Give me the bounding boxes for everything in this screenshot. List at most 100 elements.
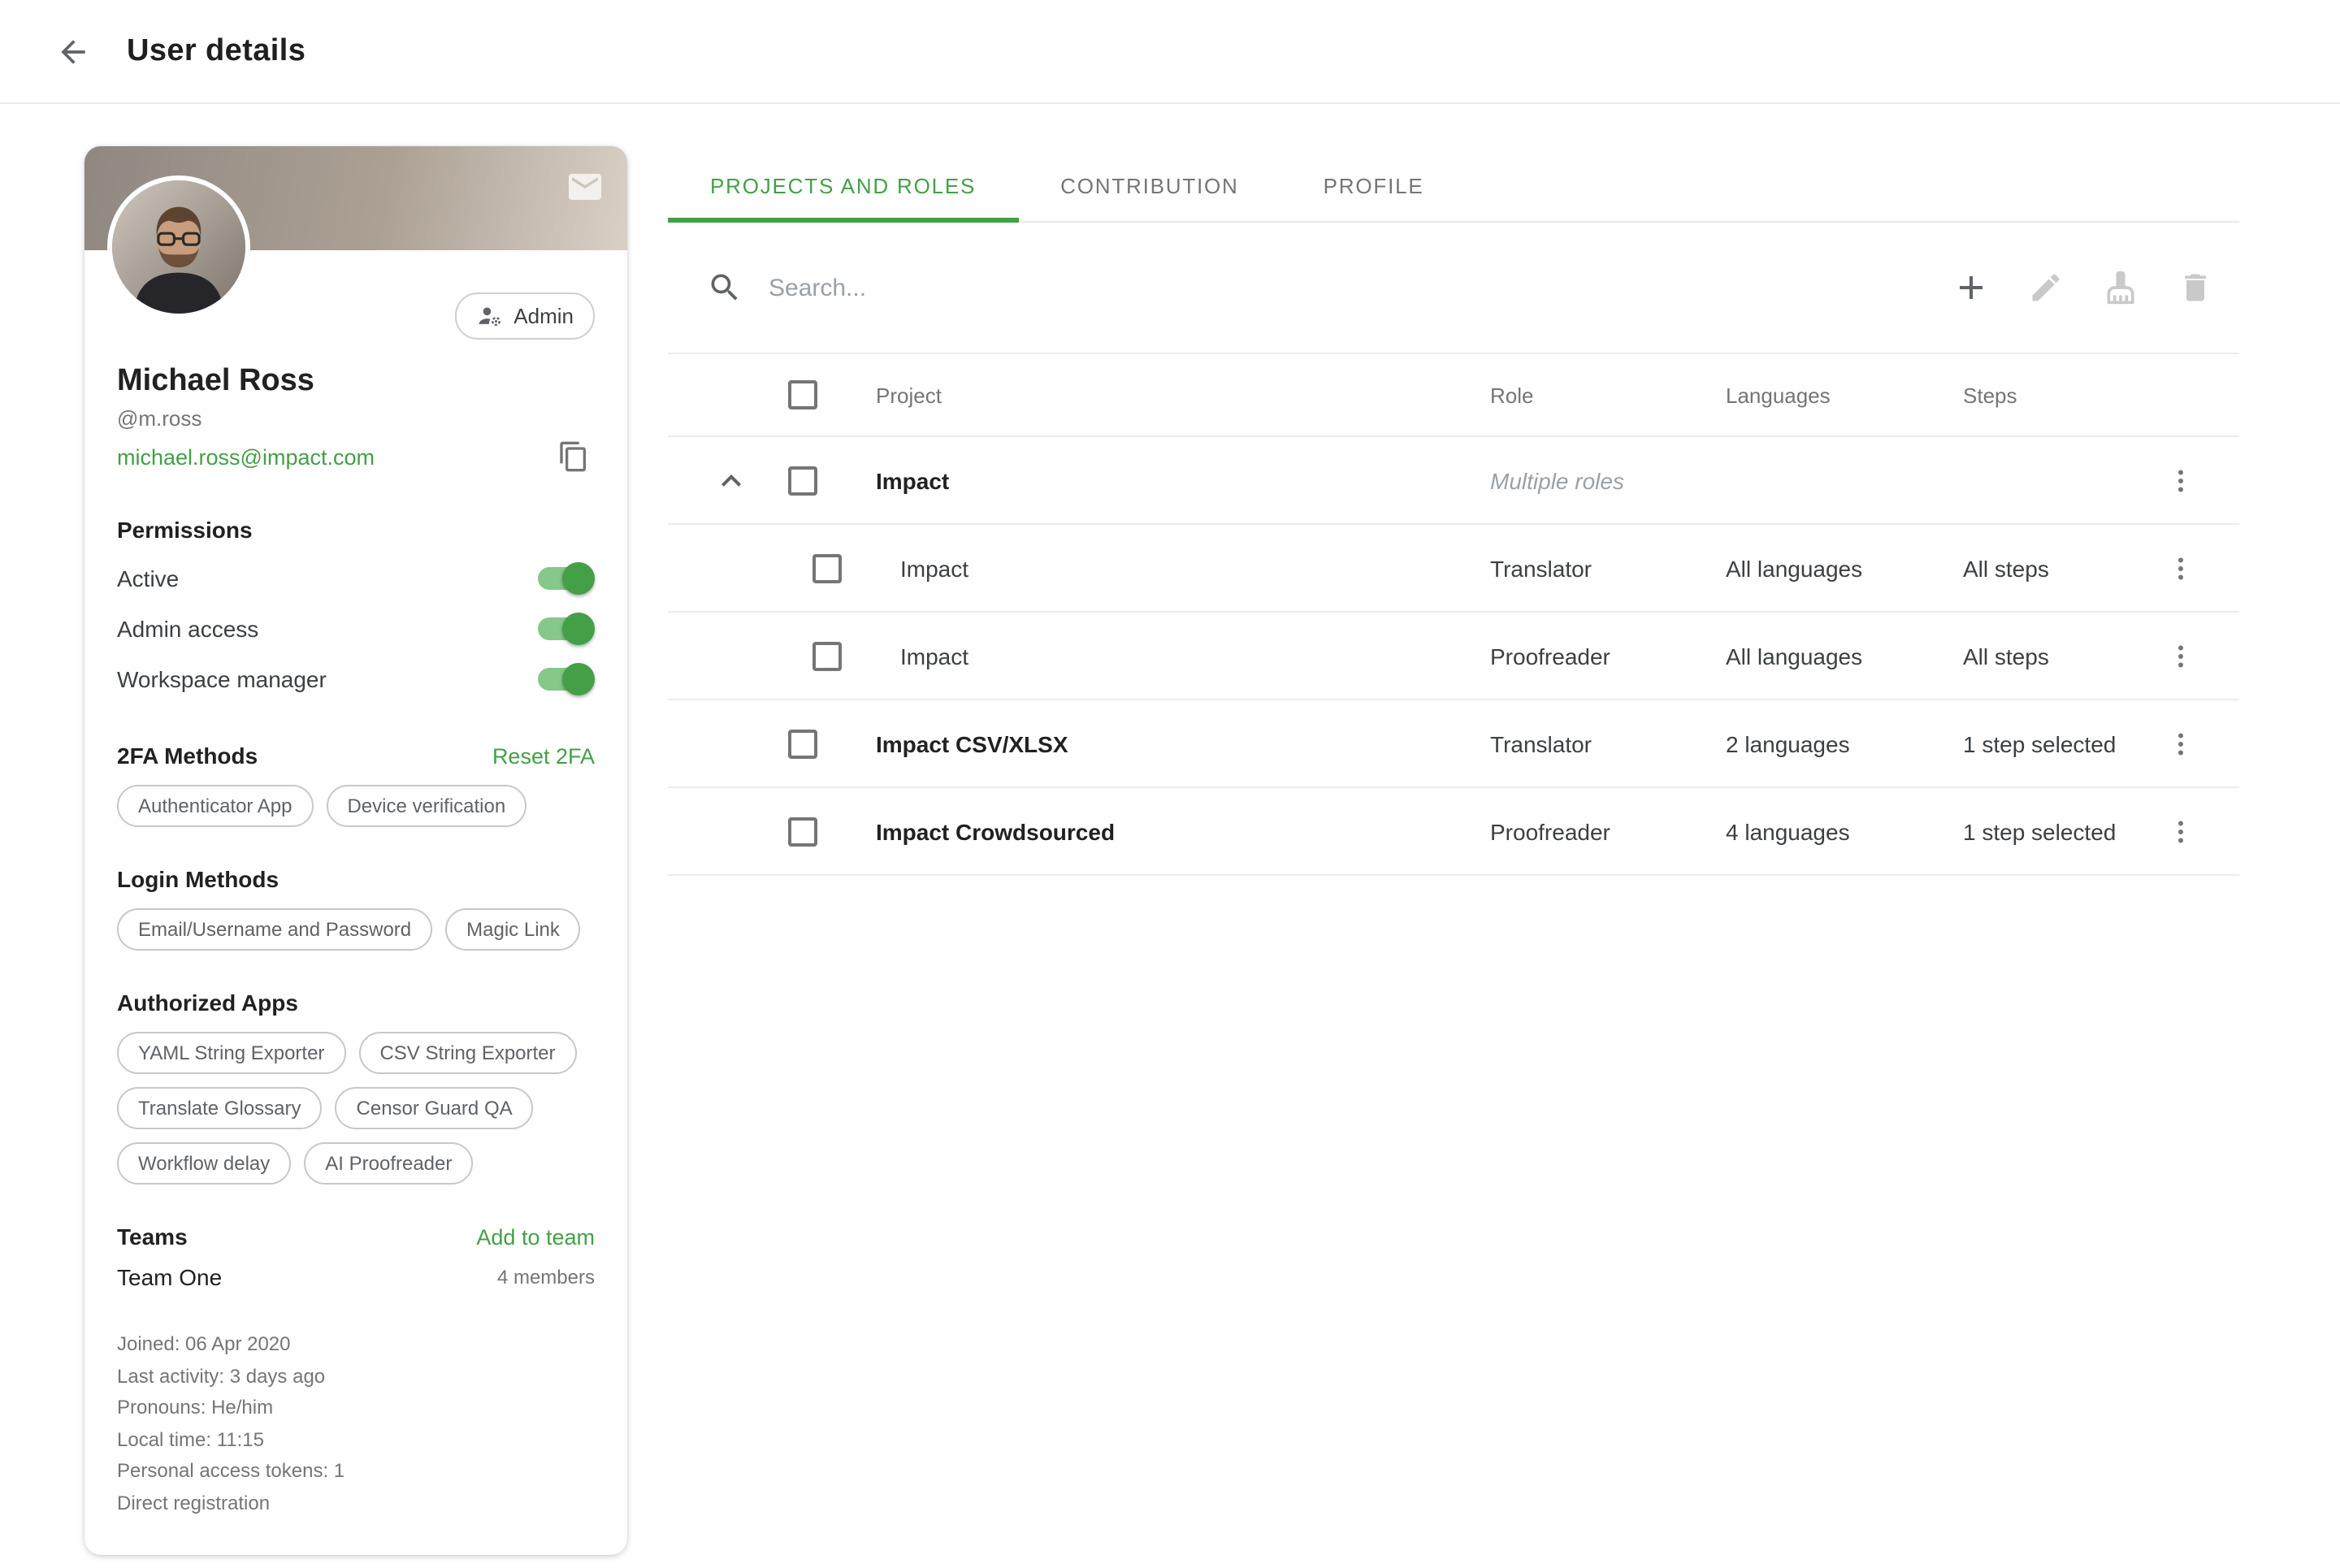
- tab-projects-and-roles[interactable]: PROJECTS AND ROLES: [668, 146, 1018, 223]
- permission-label: Workspace manager: [117, 665, 327, 691]
- tab-contribution[interactable]: CONTRIBUTION: [1018, 146, 1281, 223]
- project-cell: Impact Crowdsourced: [830, 818, 1490, 844]
- kebab-icon: [2166, 553, 2195, 583]
- login-methods-title: Login Methods: [117, 866, 595, 892]
- authorized-app-chip: AI Proofreader: [304, 1142, 473, 1185]
- meta-access-tokens: Personal access tokens: 1: [117, 1456, 595, 1488]
- add-button[interactable]: [1944, 260, 1999, 315]
- row-menu-button[interactable]: [2158, 721, 2204, 766]
- meta-joined: Joined: 06 Apr 2020: [117, 1329, 595, 1361]
- team-row: Team One 4 members: [117, 1264, 595, 1290]
- row-menu-button[interactable]: [2158, 457, 2204, 503]
- twofa-title: 2FA Methods: [117, 743, 258, 769]
- copy-email-button[interactable]: [552, 435, 595, 478]
- edit-button[interactable]: [2018, 260, 2074, 315]
- row-checkbox[interactable]: [788, 729, 817, 758]
- table-row-impact-proofreader[interactable]: Impact Proofreader All languages All ste…: [668, 613, 2239, 700]
- kebab-icon: [2166, 641, 2195, 670]
- project-cell: Impact: [830, 555, 1490, 581]
- team-name: Team One: [117, 1264, 222, 1290]
- table-header-row: Project Role Languages Steps: [668, 354, 2239, 437]
- authorized-app-chip: Translate Glossary: [117, 1087, 323, 1129]
- pencil-icon: [2028, 270, 2064, 305]
- page-title: User details: [127, 33, 306, 69]
- add-to-team-link[interactable]: Add to team: [476, 1225, 595, 1250]
- table-row-impact-translator[interactable]: Impact Translator All languages All step…: [668, 525, 2239, 613]
- table-toolbar: [668, 223, 2239, 354]
- authorized-app-chip: CSV String Exporter: [358, 1032, 576, 1074]
- row-checkbox[interactable]: [788, 816, 817, 846]
- table-row-impact-csv-xlsx[interactable]: Impact CSV/XLSX Translator 2 languages 1…: [668, 700, 2239, 788]
- clear-roles-button[interactable]: [2093, 260, 2148, 315]
- column-header-steps: Steps: [1963, 383, 2148, 407]
- active-toggle[interactable]: [536, 561, 595, 594]
- row-menu-button[interactable]: [2158, 545, 2204, 591]
- permission-label: Admin access: [117, 615, 258, 641]
- steps-cell: All steps: [1963, 555, 2148, 581]
- kebab-icon: [2166, 466, 2195, 495]
- collapse-row-button[interactable]: [710, 459, 752, 501]
- authorized-app-chip: Workflow delay: [117, 1142, 291, 1185]
- workspace-manager-toggle[interactable]: [536, 662, 595, 695]
- role-cell: Translator: [1490, 555, 1726, 581]
- send-email-button[interactable]: [566, 167, 604, 206]
- delete-button[interactable]: [2168, 260, 2223, 315]
- copy-icon: [557, 440, 590, 473]
- login-method-chip: Magic Link: [445, 908, 581, 951]
- column-header-project: Project: [830, 383, 1490, 407]
- kebab-icon: [2166, 816, 2195, 846]
- table-row-group-impact[interactable]: Impact Multiple roles: [668, 437, 2239, 525]
- twofa-chip: Authenticator App: [117, 785, 313, 827]
- authorized-apps-title: Authorized Apps: [117, 990, 595, 1016]
- main-panel: PROJECTS AND ROLES CONTRIBUTION PROFILE: [668, 146, 2239, 876]
- user-email-link[interactable]: michael.ross@impact.com: [117, 444, 375, 469]
- plus-icon: [1952, 268, 1991, 307]
- top-bar: User details: [0, 0, 2340, 104]
- meta-local-time: Local time: 11:15: [117, 1424, 595, 1456]
- reset-2fa-link[interactable]: Reset 2FA: [492, 744, 595, 769]
- back-button[interactable]: [46, 24, 101, 79]
- admin-access-toggle[interactable]: [536, 612, 595, 644]
- permissions-title: Permissions: [117, 517, 595, 543]
- meta-last-activity: Last activity: 3 days ago: [117, 1361, 595, 1393]
- admin-badge[interactable]: Admin: [455, 292, 595, 340]
- content-area: Admin Michael Ross @m.ross michael.ross@…: [0, 104, 2340, 1555]
- search-icon: [707, 270, 743, 305]
- languages-cell: 2 languages: [1726, 730, 1963, 756]
- chevron-up-icon: [712, 461, 751, 500]
- trash-icon: [2178, 270, 2213, 305]
- user-meta-block: Joined: 06 Apr 2020 Last activity: 3 day…: [117, 1329, 595, 1519]
- authorized-app-chip: YAML String Exporter: [117, 1032, 345, 1074]
- twofa-chip: Device verification: [326, 785, 526, 827]
- row-checkbox[interactable]: [788, 466, 817, 495]
- table-row-impact-crowdsourced[interactable]: Impact Crowdsourced Proofreader 4 langua…: [668, 788, 2239, 876]
- row-menu-button[interactable]: [2158, 808, 2204, 854]
- arrow-left-icon: [55, 33, 91, 69]
- role-cell: Proofreader: [1490, 818, 1726, 844]
- select-all-checkbox[interactable]: [788, 380, 817, 409]
- project-cell: Impact CSV/XLSX: [830, 730, 1490, 756]
- meta-registration: Direct registration: [117, 1488, 595, 1519]
- app-window: User details: [0, 0, 2340, 1568]
- team-members-count: 4 members: [497, 1266, 595, 1289]
- search-input[interactable]: [765, 272, 1904, 303]
- tab-profile[interactable]: PROFILE: [1281, 146, 1467, 223]
- broom-icon: [2103, 270, 2138, 305]
- languages-cell: 4 languages: [1726, 818, 1963, 844]
- kebab-icon: [2166, 729, 2195, 758]
- project-cell: Impact: [830, 643, 1490, 669]
- permission-row-workspace-manager: Workspace manager: [117, 653, 595, 704]
- permission-row-active: Active: [117, 552, 595, 603]
- row-menu-button[interactable]: [2158, 633, 2204, 678]
- envelope-icon: [566, 167, 604, 206]
- steps-cell: 1 step selected: [1963, 730, 2148, 756]
- steps-cell: 1 step selected: [1963, 818, 2148, 844]
- project-cell: Impact: [830, 467, 1490, 493]
- role-cell: Multiple roles: [1490, 467, 1726, 493]
- admin-badge-label: Admin: [514, 304, 574, 328]
- role-cell: Proofreader: [1490, 643, 1726, 669]
- login-method-chip: Email/Username and Password: [117, 908, 432, 951]
- authorized-app-chip: Censor Guard QA: [336, 1087, 534, 1129]
- column-header-languages: Languages: [1726, 383, 1963, 407]
- user-handle: @m.ross: [117, 406, 595, 431]
